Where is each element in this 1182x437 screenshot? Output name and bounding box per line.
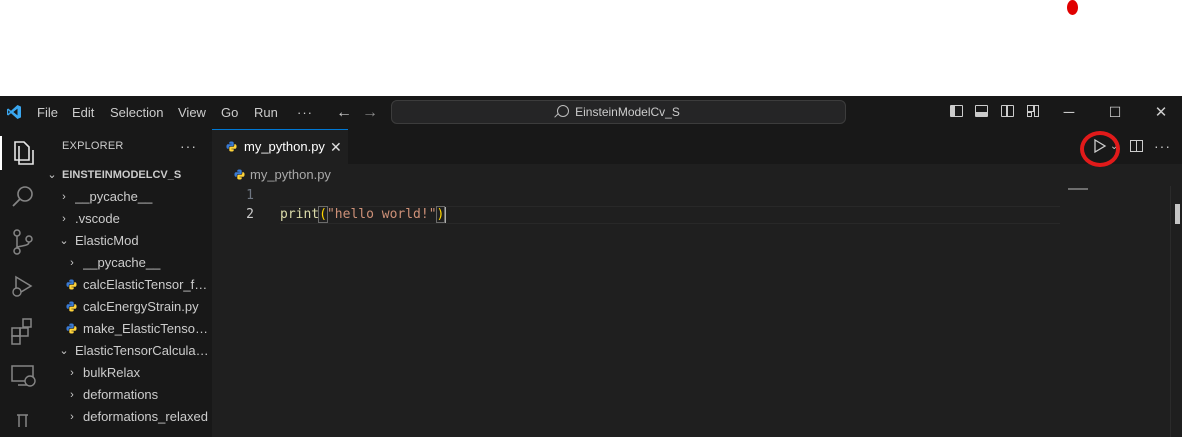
explorer-sidebar: EXPLORER ··· ⌄ EINSTEINMODELCV_S › __pyc… (46, 129, 213, 437)
scrollbar-thumb[interactable] (1175, 204, 1180, 224)
customize-layout-icon[interactable] (1027, 105, 1040, 117)
tree-item-folder[interactable]: › deformations (46, 384, 212, 406)
run-and-debug-icon[interactable] (4, 270, 42, 302)
tree-item-file[interactable]: calcElasticTensor_fro... (46, 274, 212, 296)
tab-label: my_python.py (244, 139, 325, 154)
menu-go[interactable]: Go (221, 96, 238, 129)
code-token-paren: ) (435, 206, 446, 223)
vscode-window: File Edit Selection View Go Run ··· ← → … (0, 96, 1182, 437)
tree-item-folder[interactable]: ⌄ ElasticMod (46, 230, 212, 252)
breadcrumb[interactable]: my_python.py (212, 164, 1072, 186)
python-file-icon (66, 279, 77, 290)
split-editor-icon[interactable] (1130, 140, 1143, 152)
menu-run[interactable]: Run (254, 96, 278, 129)
chevron-right-icon: › (70, 367, 74, 379)
remote-explorer-icon[interactable] (4, 360, 42, 392)
desktop-background (0, 0, 1182, 96)
active-indicator (0, 136, 2, 170)
chevron-right-icon: › (62, 191, 66, 203)
annotation-circle (1080, 131, 1120, 167)
search-icon[interactable] (4, 181, 42, 213)
tab-close-icon[interactable]: ✕ (330, 130, 342, 164)
tree-item-folder[interactable]: › bulkRelax (46, 362, 212, 384)
activity-bar (0, 129, 46, 437)
code-token-paren: ( (318, 206, 328, 223)
python-file-icon (66, 323, 77, 334)
vscode-logo-icon (7, 105, 21, 119)
code-line[interactable]: print("hello world!") (280, 205, 447, 224)
source-control-icon[interactable] (4, 226, 42, 258)
python-file-icon (234, 169, 245, 180)
search-text: EinsteinModelCv_S (575, 105, 680, 119)
toggle-primary-sidebar-icon[interactable] (950, 105, 963, 117)
line-number: 2 (246, 207, 254, 222)
chevron-down-icon: ⌄ (47, 169, 57, 181)
chevron-down-icon: ⌄ (59, 235, 69, 247)
chevron-down-icon: ⌄ (59, 345, 69, 357)
menu-selection[interactable]: Selection (110, 96, 163, 129)
line-number: 1 (246, 188, 254, 203)
tree-item-folder[interactable]: › .vscode (46, 208, 212, 230)
tree-item-file[interactable]: calcEnergyStrain.py (46, 296, 212, 318)
testing-icon[interactable] (4, 405, 42, 437)
annotation-dot (1067, 0, 1078, 15)
menu-edit[interactable]: Edit (72, 96, 94, 129)
breadcrumb-file[interactable]: my_python.py (250, 164, 331, 186)
menu-file[interactable]: File (37, 96, 58, 129)
tree-item-file[interactable]: make_ElasticTensor_i... (46, 318, 212, 340)
chevron-right-icon: › (70, 389, 74, 401)
explorer-more-actions[interactable]: ··· (180, 129, 197, 164)
vertical-scrollbar[interactable] (1170, 186, 1182, 437)
forward-arrow-icon[interactable]: → (362, 96, 378, 129)
text-cursor (444, 206, 447, 223)
python-file-icon (66, 301, 77, 312)
minimap-line (1068, 188, 1088, 190)
editor-more-actions[interactable]: ··· (1154, 129, 1171, 164)
extensions-icon[interactable] (4, 315, 42, 347)
tab-my-python[interactable]: my_python.py ✕ (212, 129, 348, 164)
minimap[interactable] (1062, 186, 1170, 437)
chevron-right-icon: › (70, 411, 74, 423)
toggle-secondary-sidebar-icon[interactable] (1001, 105, 1014, 117)
code-token-string: "hello world!" (326, 207, 437, 222)
title-bar: File Edit Selection View Go Run ··· ← → … (0, 96, 1182, 129)
chevron-right-icon: › (70, 257, 74, 269)
back-arrow-icon[interactable]: ← (336, 96, 352, 129)
toggle-panel-icon[interactable] (975, 105, 988, 117)
command-center-search[interactable]: EinsteinModelCv_S (391, 100, 846, 124)
tree-item-folder[interactable]: ⌄ ElasticTensorCalculati... (46, 340, 212, 362)
menu-overflow[interactable]: ··· (297, 96, 313, 129)
tree-item-folder[interactable]: › __pycache__ (46, 186, 212, 208)
chevron-right-icon: › (62, 213, 66, 225)
editor-tab-bar: my_python.py ✕ ⌄ ··· (212, 129, 1182, 167)
minimize-button[interactable]: ─ (1046, 96, 1092, 129)
maximize-button[interactable]: ☐ (1092, 96, 1138, 129)
explorer-title: EXPLORER (62, 140, 124, 152)
close-button[interactable]: ✕ (1138, 96, 1182, 129)
tree-item-folder[interactable]: › __pycache__ (46, 252, 212, 274)
code-token-function: print (280, 207, 320, 222)
workspace-root-label: EINSTEINMODELCV_S (62, 169, 182, 181)
workspace-root[interactable]: ⌄ EINSTEINMODELCV_S (46, 164, 212, 186)
menu-view[interactable]: View (178, 96, 206, 129)
search-icon (557, 105, 570, 117)
code-editor[interactable]: 1 2 print("hello world!") (212, 186, 1062, 437)
explorer-icon[interactable] (4, 137, 42, 169)
tree-item-folder[interactable]: › deformations_relaxed (46, 406, 212, 428)
python-file-icon (226, 141, 237, 152)
